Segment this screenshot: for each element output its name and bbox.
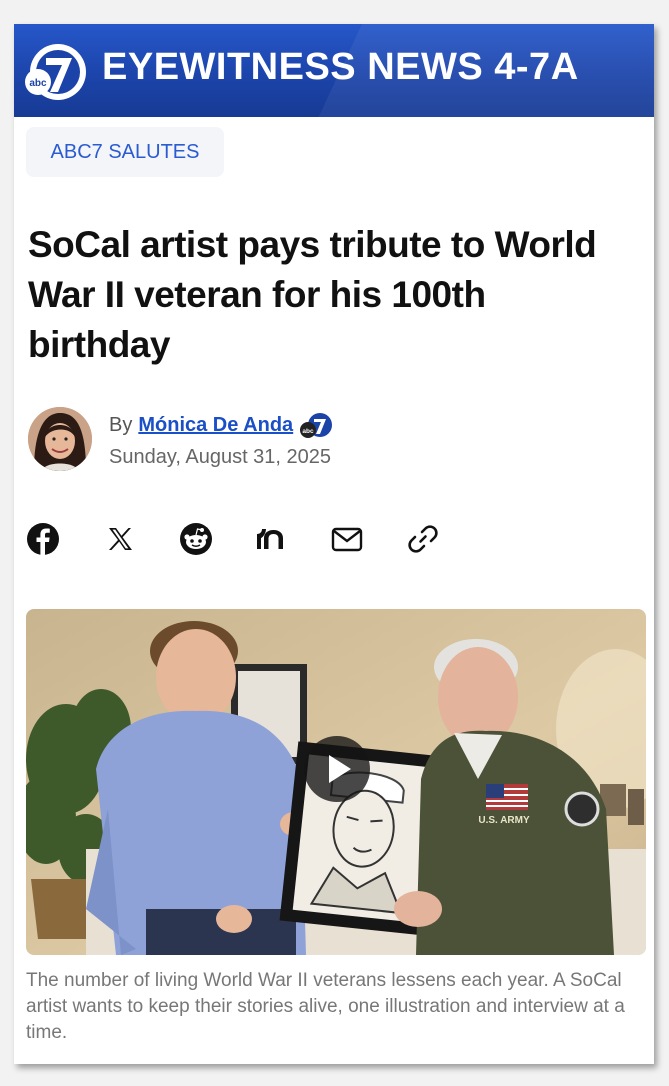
copy-link-icon[interactable] (406, 522, 440, 556)
svg-text:abc: abc (303, 428, 315, 435)
article-card: abc EYEWITNESS NEWS 4-7A ABC7 SALUTES So… (14, 24, 654, 1064)
category-tag[interactable]: ABC7 SALUTES (26, 127, 224, 177)
banner-title: EYEWITNESS NEWS 4-7A (102, 46, 579, 88)
reddit-icon[interactable] (179, 522, 213, 556)
email-icon[interactable] (330, 522, 364, 556)
publish-date: Sunday, August 31, 2025 (109, 446, 332, 468)
byline: By Mónica De Anda abc (109, 410, 335, 440)
play-button[interactable] (304, 736, 370, 802)
svg-text:abc: abc (29, 78, 47, 89)
army-patch-label: U.S. ARMY (478, 815, 530, 826)
byline-prefix: By (109, 413, 133, 436)
share-bar (26, 522, 446, 562)
author-link[interactable]: Mónica De Anda (138, 414, 293, 437)
author-avatar[interactable] (28, 407, 92, 471)
video-thumbnail[interactable]: U.S. ARMY (26, 609, 646, 955)
station-banner[interactable]: abc EYEWITNESS NEWS 4-7A (14, 24, 654, 117)
image-caption: The number of living World War II vetera… (26, 970, 625, 1043)
nextdoor-icon[interactable] (254, 522, 288, 556)
abc7-logo: abc (25, 44, 86, 100)
article-headline: SoCal artist pays tribute to World War I… (28, 224, 597, 365)
facebook-icon[interactable] (26, 522, 60, 556)
abc7-mini-logo: abc (300, 413, 333, 438)
x-icon[interactable] (103, 522, 137, 556)
